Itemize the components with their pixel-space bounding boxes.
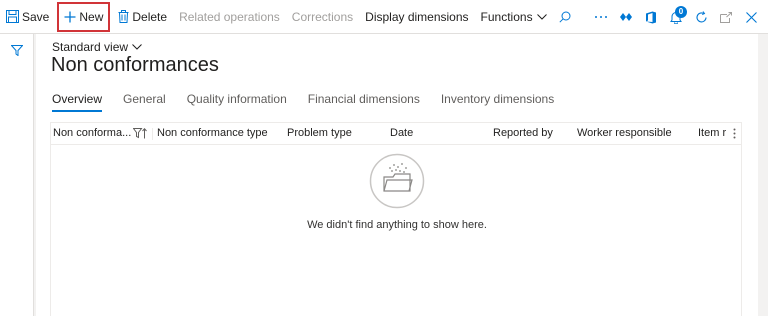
page-title: Non conformances (51, 54, 219, 76)
tab-quality-information[interactable]: Quality information (187, 92, 287, 112)
refresh-icon (696, 10, 707, 22)
tab-general[interactable]: General (123, 92, 166, 112)
save-label: Save (22, 9, 50, 24)
save-icon (6, 10, 19, 23)
empty-state: We didn't find anything to show here. (51, 153, 743, 231)
more-options-button[interactable] (590, 5, 612, 29)
ellipsis-icon (595, 16, 607, 18)
action-pane: Save New Delete Related operations Corre… (0, 0, 768, 34)
column-header-non-conformance[interactable]: Non conforma... (53, 127, 131, 139)
chevron-down-icon (536, 13, 547, 20)
tab-financial-dimensions[interactable]: Financial dimensions (308, 92, 420, 112)
tab-overview[interactable]: Overview (52, 92, 103, 112)
tab-strip: Overview General Quality information Fin… (52, 92, 575, 112)
close-button[interactable] (740, 5, 762, 29)
column-divider (152, 128, 153, 140)
tab-inventory-dimensions[interactable]: Inventory dimensions (441, 92, 554, 112)
diamond-icon (620, 13, 632, 21)
popout-icon (720, 11, 732, 23)
related-operations-button[interactable]: Related operations (173, 3, 286, 31)
view-selector[interactable]: Standard view (52, 40, 142, 54)
system-toolbar: 0 (587, 0, 762, 34)
column-header-worker-responsible[interactable]: Worker responsible (577, 127, 672, 139)
main-content: Standard view Non conformances Overview … (36, 34, 758, 316)
more-columns-icon[interactable] (733, 128, 736, 139)
column-header-problem-type[interactable]: Problem type (287, 127, 352, 139)
chevron-down-icon (132, 44, 142, 50)
column-header-non-conformance-type[interactable]: Non conformance type (157, 127, 268, 139)
new-button[interactable]: New (57, 1, 111, 32)
search-button[interactable] (553, 3, 580, 31)
corrections-label: Corrections (291, 9, 354, 24)
open-new-window-button[interactable] (715, 5, 737, 29)
trash-icon (118, 10, 129, 23)
filter-button[interactable] (6, 38, 28, 62)
right-margin (758, 34, 768, 316)
display-dimensions-label: Display dimensions (365, 9, 469, 24)
column-header-item[interactable]: Item r (698, 127, 726, 139)
corrections-button[interactable]: Corrections (286, 3, 359, 31)
save-button[interactable]: Save (0, 3, 55, 31)
filter-icon (11, 44, 23, 56)
empty-folder-icon (369, 153, 425, 209)
delete-label: Delete (132, 9, 168, 24)
view-selector-label: Standard view (52, 40, 129, 54)
refresh-button[interactable] (690, 5, 712, 29)
plus-icon (64, 11, 76, 22)
empty-state-message: We didn't find anything to show here. (307, 219, 487, 231)
grid-header: Non conforma... Non conformance type Pro… (51, 123, 741, 145)
filter-sort-icon[interactable] (133, 128, 147, 139)
column-header-date[interactable]: Date (390, 127, 413, 139)
new-label: New (79, 9, 104, 24)
search-icon (559, 11, 571, 23)
close-icon (745, 11, 757, 23)
related-operations-label: Related operations (179, 9, 280, 24)
delete-button[interactable]: Delete (112, 3, 173, 31)
power-apps-button[interactable] (615, 5, 637, 29)
functions-menu[interactable]: Functions (475, 3, 553, 31)
notification-count-badge: 0 (675, 6, 687, 18)
data-grid: Non conforma... Non conformance type Pro… (50, 122, 742, 316)
notifications-button[interactable]: 0 (665, 5, 687, 29)
office-icon (646, 11, 656, 23)
functions-label: Functions (480, 9, 533, 24)
office-button[interactable] (640, 5, 662, 29)
display-dimensions-button[interactable]: Display dimensions (359, 3, 474, 31)
column-header-reported-by[interactable]: Reported by (493, 127, 553, 139)
filter-pane (0, 34, 34, 316)
